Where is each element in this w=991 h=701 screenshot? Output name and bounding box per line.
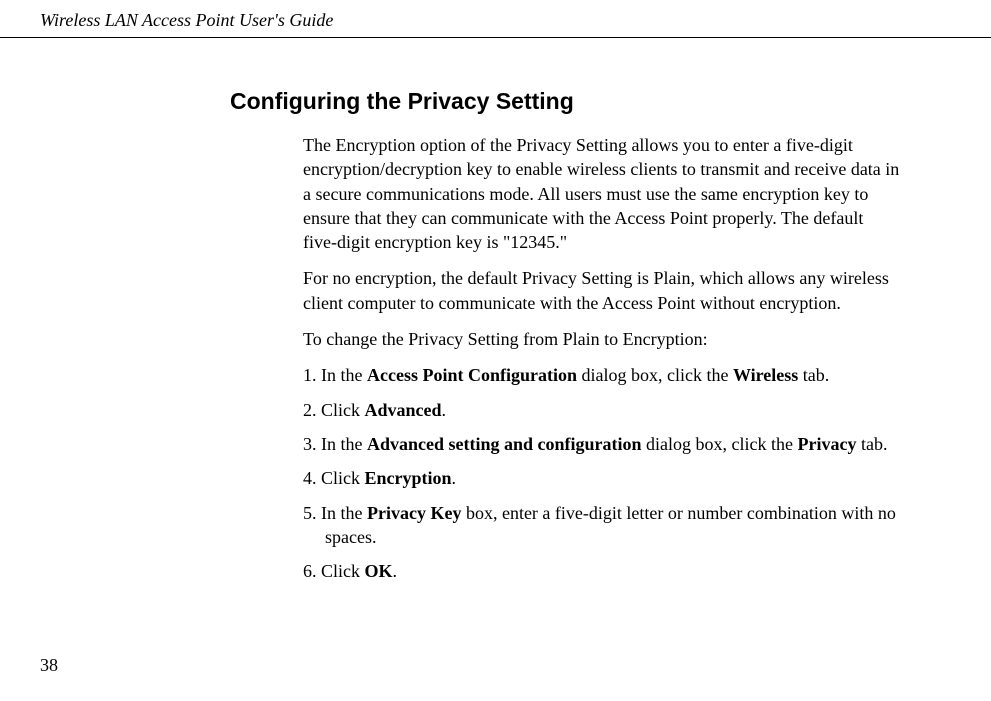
page-number: 38 xyxy=(40,655,58,676)
step-3-suffix: tab. xyxy=(856,434,887,454)
step-1-prefix: 1. In the xyxy=(303,365,367,385)
step-3: 3. In the Advanced setting and configura… xyxy=(303,432,901,456)
paragraph-1: The Encryption option of the Privacy Set… xyxy=(303,133,901,254)
step-1-bold-1: Access Point Configuration xyxy=(367,365,577,385)
step-3-bold-1: Advanced setting and configuration xyxy=(367,434,642,454)
step-2-prefix: 2. Click xyxy=(303,400,365,420)
step-4-prefix: 4. Click xyxy=(303,468,365,488)
step-5: 5. In the Privacy Key box, enter a five-… xyxy=(303,501,901,550)
step-1-mid: dialog box, click the xyxy=(577,365,733,385)
step-2-bold-1: Advanced xyxy=(365,400,442,420)
step-3-mid: dialog box, click the xyxy=(642,434,798,454)
step-3-bold-2: Privacy xyxy=(797,434,856,454)
step-1-suffix: tab. xyxy=(798,365,829,385)
paragraph-2: For no encryption, the default Privacy S… xyxy=(303,266,901,315)
step-6-bold-1: OK xyxy=(365,561,393,581)
paragraph-3: To change the Privacy Setting from Plain… xyxy=(303,327,901,351)
step-1: 1. In the Access Point Configuration dia… xyxy=(303,363,901,387)
step-6-prefix: 6. Click xyxy=(303,561,365,581)
step-5-bold-1: Privacy Key xyxy=(367,503,461,523)
step-2-suffix: . xyxy=(442,400,447,420)
step-1-bold-2: Wireless xyxy=(733,365,798,385)
step-4: 4. Click Encryption. xyxy=(303,466,901,490)
header-title: Wireless LAN Access Point User's Guide xyxy=(40,10,333,30)
step-5-prefix: 5. In the xyxy=(303,503,367,523)
step-2: 2. Click Advanced. xyxy=(303,398,901,422)
main-content: Configuring the Privacy Setting The Encr… xyxy=(0,38,991,583)
step-6-suffix: . xyxy=(393,561,398,581)
page-header: Wireless LAN Access Point User's Guide xyxy=(0,0,991,38)
body-text-container: The Encryption option of the Privacy Set… xyxy=(230,133,901,583)
step-6: 6. Click OK. xyxy=(303,559,901,583)
section-heading: Configuring the Privacy Setting xyxy=(230,88,901,115)
step-4-suffix: . xyxy=(452,468,457,488)
step-3-prefix: 3. In the xyxy=(303,434,367,454)
step-4-bold-1: Encryption xyxy=(365,468,452,488)
